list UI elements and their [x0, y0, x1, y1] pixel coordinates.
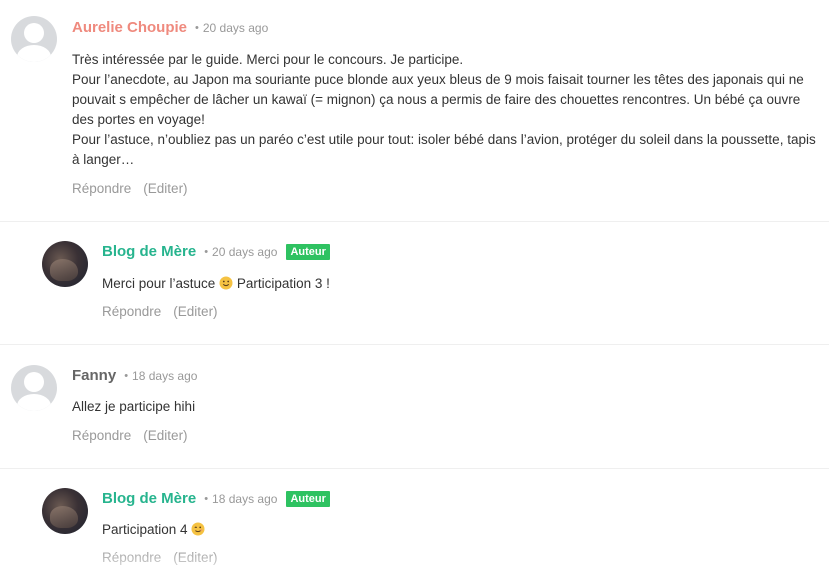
- comment-meta: Fanny • 18 days ago: [72, 367, 197, 384]
- comment-author[interactable]: Fanny: [72, 367, 116, 384]
- comment-text: Participation 3 !: [236, 276, 330, 291]
- reply-link[interactable]: Répondre: [72, 181, 131, 196]
- author-avatar[interactable]: [42, 488, 88, 534]
- avatar-head-shape: [24, 23, 44, 43]
- author-badge: Auteur: [286, 490, 330, 507]
- comment: Aurelie Choupie • 20 days ago Très intér…: [0, 0, 829, 222]
- comment-body: Allez je participe hihi: [72, 397, 195, 417]
- comment-actions: Répondre (Editer): [102, 304, 218, 319]
- avatar-photo-shape: [50, 506, 78, 528]
- comment-actions: Répondre (Editer): [72, 428, 188, 443]
- comment-reply: Blog de Mère • 18 days ago Auteur Partic…: [0, 469, 829, 580]
- comment-text: Allez je participe hihi: [72, 399, 196, 414]
- comment-timestamp[interactable]: 18 days ago: [132, 369, 197, 383]
- avatar-head-shape: [24, 372, 44, 392]
- comment-actions: Répondre (Editer): [72, 181, 188, 196]
- avatar-body-shape: [17, 45, 51, 62]
- separator-dot: •: [204, 245, 209, 258]
- comment-author[interactable]: Blog de Mère: [102, 490, 196, 507]
- comment-body: Participation 4: [102, 520, 205, 540]
- comment-reply: Blog de Mère • 20 days ago Auteur Merci …: [0, 222, 829, 345]
- comment-body: Très intéressée par le guide. Merci pour…: [72, 50, 822, 170]
- reply-link[interactable]: Répondre: [102, 550, 161, 565]
- default-avatar[interactable]: [11, 16, 57, 62]
- avatar-photo-shape: [50, 259, 78, 281]
- reply-link[interactable]: Répondre: [72, 428, 131, 443]
- comment-body: Merci pour l’astuce Participation 3 !: [102, 274, 330, 294]
- comment-actions: Répondre (Editer): [102, 550, 218, 565]
- edit-link[interactable]: (Editer): [143, 428, 187, 443]
- comment-timestamp[interactable]: 20 days ago: [212, 245, 277, 259]
- edit-link[interactable]: (Editer): [173, 304, 217, 319]
- comment-text: Participation 4: [102, 522, 188, 537]
- comment-text: Merci pour l’astuce: [102, 276, 216, 291]
- edit-link[interactable]: (Editer): [173, 550, 217, 565]
- comment-paragraph: Pour l’astuce, n’oubliez pas un paréo c’…: [72, 132, 816, 167]
- separator-dot: •: [204, 492, 209, 505]
- author-badge: Auteur: [286, 243, 330, 260]
- comment-timestamp[interactable]: 18 days ago: [212, 492, 277, 506]
- separator-dot: •: [124, 369, 129, 382]
- comment-author[interactable]: Aurelie Choupie: [72, 19, 187, 36]
- comment-paragraph: Très intéressée par le guide. Merci pour…: [72, 52, 464, 67]
- comment-timestamp[interactable]: 20 days ago: [203, 21, 268, 35]
- default-avatar[interactable]: [11, 365, 57, 411]
- comment: Fanny • 18 days ago Allez je participe h…: [0, 345, 829, 469]
- winking-face-emoji: [191, 522, 205, 536]
- comment-meta: Blog de Mère • 20 days ago Auteur: [102, 243, 330, 260]
- slightly-smiling-face-emoji: [219, 276, 233, 290]
- author-avatar[interactable]: [42, 241, 88, 287]
- avatar-body-shape: [17, 394, 51, 411]
- separator-dot: •: [195, 21, 199, 34]
- comment-meta: Blog de Mère • 18 days ago Auteur: [102, 490, 330, 507]
- comment-meta: Aurelie Choupie • 20 days ago: [72, 19, 268, 36]
- comment-paragraph: Pour l’anecdote, au Japon ma souriante p…: [72, 72, 804, 127]
- edit-link[interactable]: (Editer): [143, 181, 187, 196]
- reply-link[interactable]: Répondre: [102, 304, 161, 319]
- comment-author[interactable]: Blog de Mère: [102, 243, 196, 260]
